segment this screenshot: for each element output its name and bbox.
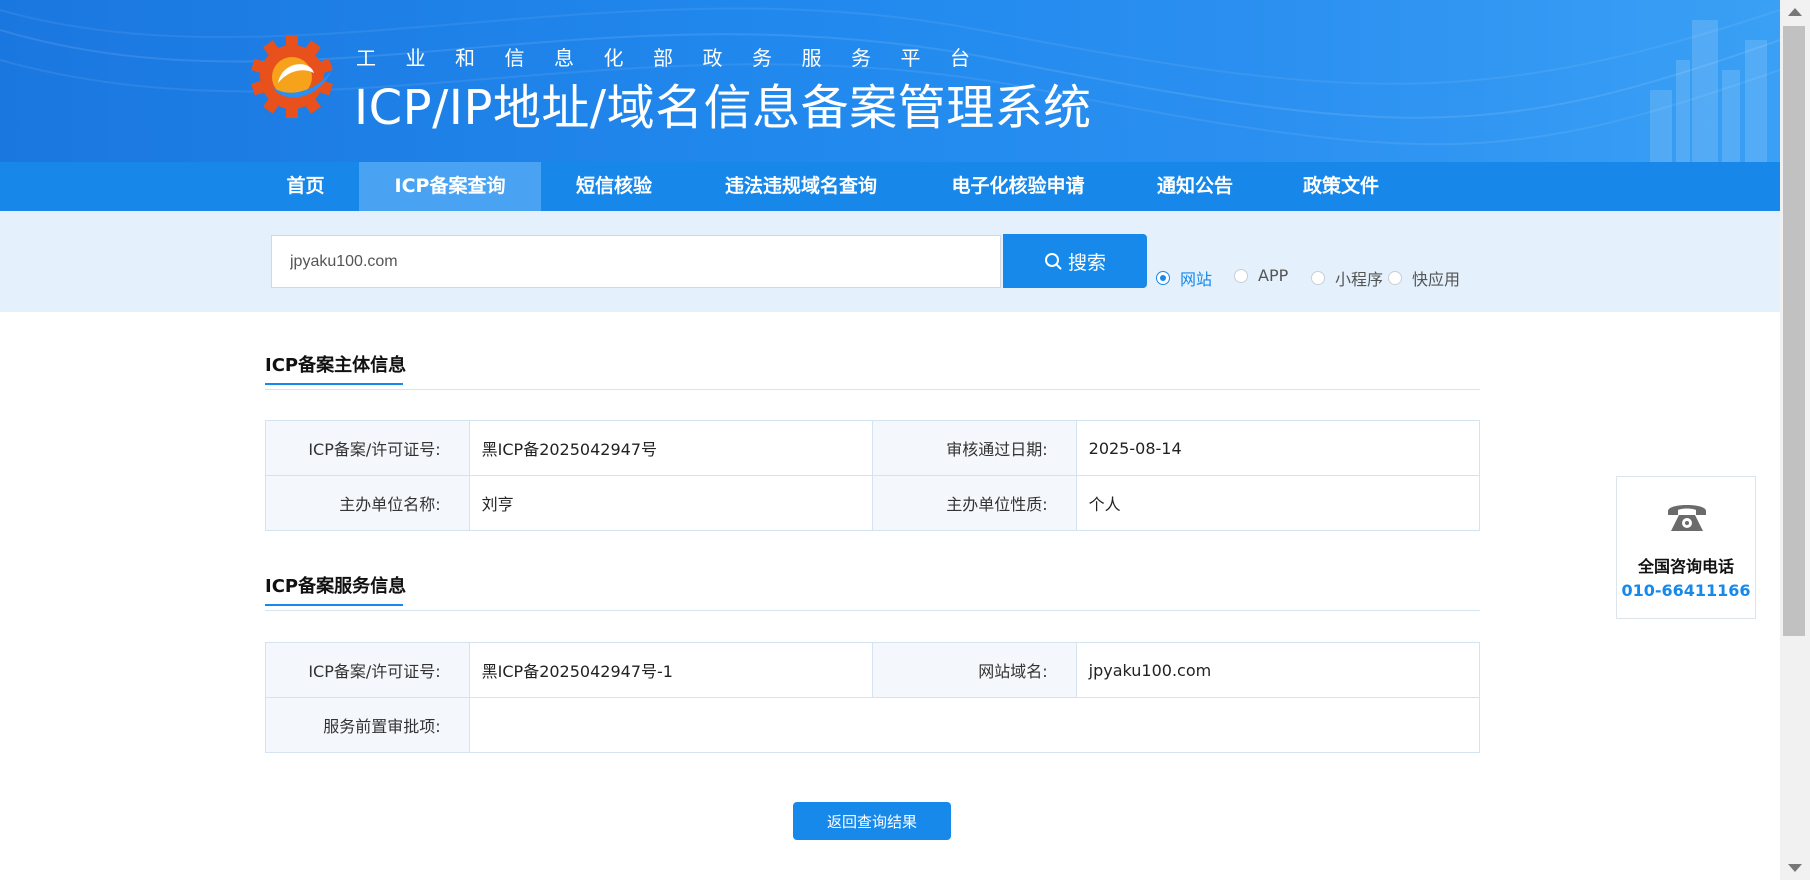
nav-illegal-domain-query[interactable]: 违法违规域名查询 — [706, 162, 896, 211]
nav-sms-verify[interactable]: 短信核验 — [561, 162, 667, 211]
table-row: ICP备案/许可证号: 黑ICP备2025042947号 审核通过日期: 202… — [265, 420, 1481, 476]
main-nav: 首页 ICP备案查询 短信核验 违法违规域名查询 电子化核验申请 通知公告 政策… — [0, 162, 1780, 211]
radio-mini-program[interactable]: 小程序 — [1311, 266, 1383, 290]
radio-dot — [1388, 271, 1402, 285]
field-label: 审核通过日期: — [871, 420, 1077, 476]
search-button[interactable]: 搜索 — [1003, 234, 1147, 288]
nav-e-verify-apply[interactable]: 电子化核验申请 — [935, 162, 1101, 211]
section-title-underline — [265, 604, 403, 606]
field-label: 主办单位名称: — [265, 475, 470, 531]
table-row: ICP备案/许可证号: 黑ICP备2025042947号-1 网站域名: jpy… — [265, 642, 1481, 698]
service-info-table: ICP备案/许可证号: 黑ICP备2025042947号-1 网站域名: jpy… — [265, 642, 1481, 753]
nav-icp-query[interactable]: ICP备案查询 — [359, 162, 541, 211]
hotline-label: 全国咨询电话 — [1637, 557, 1734, 576]
search-input[interactable] — [271, 235, 1001, 288]
field-label: ICP备案/许可证号: — [265, 420, 470, 476]
radio-quick-app[interactable]: 快应用 — [1388, 266, 1460, 290]
field-label: 网站域名: — [871, 642, 1077, 698]
subject-info-table: ICP备案/许可证号: 黑ICP备2025042947号 审核通过日期: 202… — [265, 420, 1481, 531]
field-label: 主办单位性质: — [871, 475, 1077, 531]
radio-dot — [1234, 268, 1248, 283]
table-row: 主办单位名称: 刘亨 主办单位性质: 个人 — [265, 475, 1481, 531]
radio-label: 快应用 — [1412, 270, 1461, 289]
back-to-results-button[interactable]: 返回查询结果 — [793, 802, 951, 840]
field-value: 黑ICP备2025042947号 — [468, 420, 873, 476]
scroll-down-arrow-icon[interactable] — [1788, 864, 1802, 872]
search-icon — [1044, 253, 1062, 270]
system-title: ICP/IP地址/域名信息备案管理系统 — [354, 80, 1092, 136]
service-info-title: ICP备案服务信息 — [265, 572, 407, 606]
field-value: 黑ICP备2025042947号-1 — [468, 642, 873, 698]
consult-hotline-widget: 全国咨询电话 010-66411166 — [1616, 476, 1756, 619]
telephone-icon — [1668, 505, 1706, 531]
search-button-label: 搜索 — [1067, 252, 1106, 274]
field-value: 个人 — [1075, 475, 1481, 531]
radio-label: 小程序 — [1335, 270, 1384, 289]
platform-subtitle: 工业和信息化部政务服务平台 — [356, 46, 1000, 70]
field-label: ICP备案/许可证号: — [265, 642, 470, 698]
nav-home[interactable]: 首页 — [270, 162, 341, 211]
field-value: 刘亨 — [468, 475, 873, 531]
section-title-text: ICP备案服务信息 — [265, 576, 407, 597]
nav-notices[interactable]: 通知公告 — [1143, 162, 1247, 211]
vertical-scrollbar[interactable] — [1780, 0, 1810, 880]
section-divider — [265, 389, 1480, 390]
subject-info-title: ICP备案主体信息 — [265, 351, 407, 385]
radio-app[interactable]: APP — [1234, 266, 1288, 285]
radio-website[interactable]: 网站 — [1156, 266, 1212, 290]
section-title-underline — [265, 383, 403, 385]
field-value: jpyaku100.com — [1075, 642, 1481, 698]
radio-dot — [1156, 271, 1170, 285]
site-header: 工业和信息化部政务服务平台 ICP/IP地址/域名信息备案管理系统 — [0, 0, 1780, 162]
hotline-number: 010-66411166 — [1621, 581, 1751, 600]
miit-gear-logo-icon — [250, 34, 340, 120]
scroll-up-arrow-icon[interactable] — [1788, 8, 1802, 16]
radio-label: 网站 — [1180, 270, 1213, 289]
table-row: 服务前置审批项: — [265, 697, 1481, 753]
nav-policy-docs[interactable]: 政策文件 — [1295, 162, 1387, 211]
scrollbar-thumb[interactable] — [1783, 26, 1805, 636]
radio-dot — [1311, 271, 1325, 285]
field-value — [468, 697, 1481, 753]
section-divider — [265, 610, 1480, 611]
section-title-text: ICP备案主体信息 — [265, 355, 407, 376]
field-value: 2025-08-14 — [1075, 420, 1481, 476]
field-label: 服务前置审批项: — [265, 697, 470, 753]
radio-label: APP — [1258, 266, 1289, 285]
